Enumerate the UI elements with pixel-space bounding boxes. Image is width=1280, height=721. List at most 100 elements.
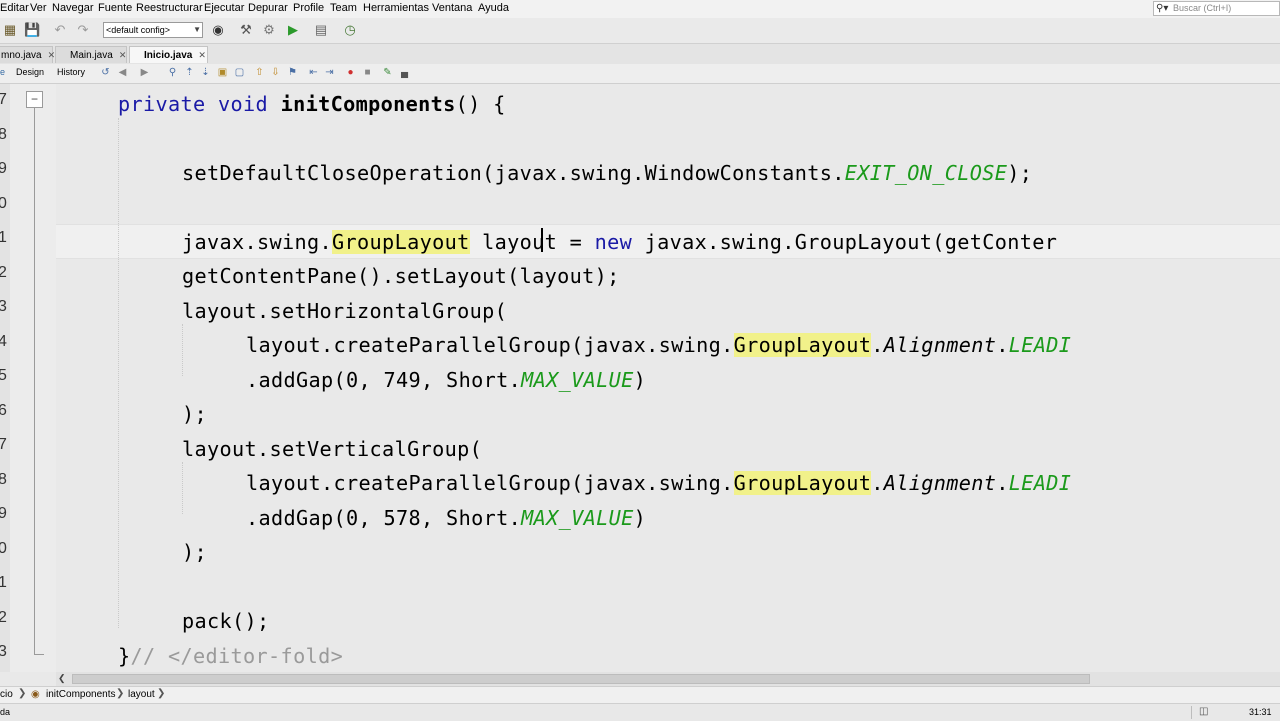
fold-guide <box>34 108 35 655</box>
code-text: javax.swing.GroupLayout(getConter <box>632 230 1058 254</box>
undo-icon[interactable]: ↶ <box>52 22 68 38</box>
fold-end-marker <box>34 654 44 655</box>
search-placeholder: Buscar (Ctrl+I) <box>1173 3 1232 13</box>
breadcrumb-method[interactable]: initComponents <box>46 689 115 700</box>
menu-navegar[interactable]: Navegar <box>52 2 94 14</box>
constant: LEADI <box>1008 471 1072 495</box>
forward-icon[interactable]: ▶ <box>138 66 151 79</box>
menu-profile[interactable]: Profile <box>293 2 324 14</box>
close-icon[interactable]: ✕ <box>119 50 127 60</box>
code-text: () { <box>455 92 506 116</box>
redo-icon[interactable]: ↷ <box>75 22 91 38</box>
clean-build-icon[interactable]: ⚙ <box>261 22 277 38</box>
code-text: setDefaultCloseOperation(javax.swing.Win… <box>182 161 845 185</box>
menu-ayuda[interactable]: Ayuda <box>478 2 509 14</box>
find-previous-icon[interactable]: ⇡ <box>183 66 196 79</box>
toggle-highlight-icon[interactable]: ▣ <box>216 66 229 79</box>
editor-toolbar: e Design History ↺ ◀ ▶ ⚲ ⇡ ⇣ ▣ ▢ ⇧ ⇩ ⚑ ⇤… <box>0 64 1280 84</box>
menu-ejecutar[interactable]: Ejecutar <box>204 2 244 14</box>
find-selection-icon[interactable]: ⚲ <box>166 66 179 79</box>
status-message: da <box>0 707 11 717</box>
debug-icon[interactable]: ▤ <box>313 22 329 38</box>
source-view-marker[interactable]: e <box>0 67 5 77</box>
line-number: 5 <box>0 367 7 384</box>
horizontal-scrollbar[interactable]: ❮ <box>56 672 1280 686</box>
tab-inicio[interactable]: Inicio.java ✕ <box>129 46 208 63</box>
stop-macro-icon[interactable]: ■ <box>361 66 374 79</box>
menu-bar: Editar Ver Navegar Fuente Reestructurar … <box>0 0 1280 18</box>
line-number: 2 <box>0 609 7 626</box>
collapse-fold-icon[interactable]: − <box>26 91 43 108</box>
code-editor[interactable]: private void initComponents() { setDefau… <box>56 84 1280 672</box>
toggle-rect-selection-icon[interactable]: ▢ <box>233 66 246 79</box>
search-icon: ⚲▾ <box>1156 3 1169 14</box>
shift-left-icon[interactable]: ⇤ <box>307 66 320 79</box>
history-button[interactable]: History <box>57 67 85 77</box>
last-edit-icon[interactable]: ↺ <box>99 66 112 79</box>
toggle-bookmark-icon[interactable]: ⚑ <box>286 66 299 79</box>
line-number: 9 <box>0 160 7 177</box>
tab-mno[interactable]: mno.java ✕ <box>0 46 56 63</box>
profile-icon[interactable]: ◷ <box>342 22 358 38</box>
code-text: layout.createParallelGroup(javax.swing. <box>246 471 734 495</box>
shift-right-icon[interactable]: ⇥ <box>323 66 336 79</box>
menu-herramientas[interactable]: Herramientas <box>363 2 429 14</box>
code-text: layout.createParallelGroup(javax.swing. <box>246 333 734 357</box>
code-text: . <box>871 333 884 357</box>
back-icon[interactable]: ◀ <box>116 66 129 79</box>
keyword: new <box>594 230 633 254</box>
constant: MAX_VALUE <box>521 506 634 530</box>
scrollbar-thumb[interactable] <box>72 674 1090 684</box>
scroll-left-icon[interactable]: ❮ <box>58 673 66 684</box>
menu-team[interactable]: Team <box>330 2 357 14</box>
close-icon[interactable]: ✕ <box>48 50 56 60</box>
menu-ver[interactable]: Ver <box>30 2 47 14</box>
target-icon[interactable]: ◉ <box>210 22 226 38</box>
build-icon[interactable]: ⚒ <box>238 22 254 38</box>
next-bookmark-icon[interactable]: ⇩ <box>269 66 282 79</box>
comment: // </editor-fold> <box>130 644 344 668</box>
line-number: 7 <box>0 436 7 453</box>
save-icon[interactable]: 💾 <box>24 22 40 38</box>
menu-ventana[interactable]: Ventana <box>432 2 472 14</box>
search-input[interactable]: ⚲▾ Buscar (Ctrl+I) <box>1153 1 1280 16</box>
code-line: private void initComponents() { <box>118 92 506 116</box>
code-text: javax.swing. <box>182 230 333 254</box>
editor-tabs: mno.java ✕ Main.java ✕ Inicio.java ✕ <box>0 44 1280 65</box>
close-icon[interactable]: ✕ <box>198 50 206 60</box>
previous-bookmark-icon[interactable]: ⇧ <box>253 66 266 79</box>
status-divider <box>1191 706 1192 719</box>
line-number: 1 <box>0 229 7 246</box>
uncomment-icon[interactable]: ▄ <box>398 66 411 79</box>
code-line: layout.setVerticalGroup( <box>182 437 483 461</box>
text-caret <box>541 228 543 252</box>
code-text: .addGap(0, 749, Short. <box>246 368 522 392</box>
code-line: javax.swing.GroupLayout layout = new jav… <box>182 230 1057 254</box>
comment-icon[interactable]: ✎ <box>381 66 394 79</box>
config-select-value: <default config> <box>106 25 171 35</box>
design-button[interactable]: Design <box>16 67 44 77</box>
code-line: layout.createParallelGroup(javax.swing.G… <box>246 333 1071 357</box>
menu-reestructurar[interactable]: Reestructurar <box>136 2 203 14</box>
tab-label: mno.java <box>1 50 42 61</box>
constant: LEADI <box>1008 333 1072 357</box>
run-icon[interactable]: ▶ <box>285 22 301 38</box>
config-select[interactable]: <default config> ▼ <box>103 22 203 38</box>
find-next-icon[interactable]: ⇣ <box>199 66 212 79</box>
method-icon: ◉ <box>31 689 40 700</box>
save-all-icon[interactable]: ▦ <box>2 22 18 38</box>
tab-main[interactable]: Main.java ✕ <box>55 46 127 63</box>
code-line: .addGap(0, 578, Short.MAX_VALUE) <box>246 506 646 530</box>
status-bar: da ◫ 31:31 <box>0 703 1280 721</box>
line-number: 0 <box>0 540 7 557</box>
menu-depurar[interactable]: Depurar <box>248 2 288 14</box>
start-macro-icon[interactable]: ● <box>344 66 357 79</box>
line-number: 1 <box>0 574 7 591</box>
breadcrumb-class[interactable]: cio <box>0 689 13 700</box>
code-line: }// </editor-fold> <box>118 644 343 668</box>
tab-label: Main.java <box>70 50 113 61</box>
keyword: private void <box>118 92 281 116</box>
menu-fuente[interactable]: Fuente <box>98 2 132 14</box>
menu-editar[interactable]: Editar <box>0 2 29 14</box>
breadcrumb-variable[interactable]: layout <box>128 689 155 700</box>
